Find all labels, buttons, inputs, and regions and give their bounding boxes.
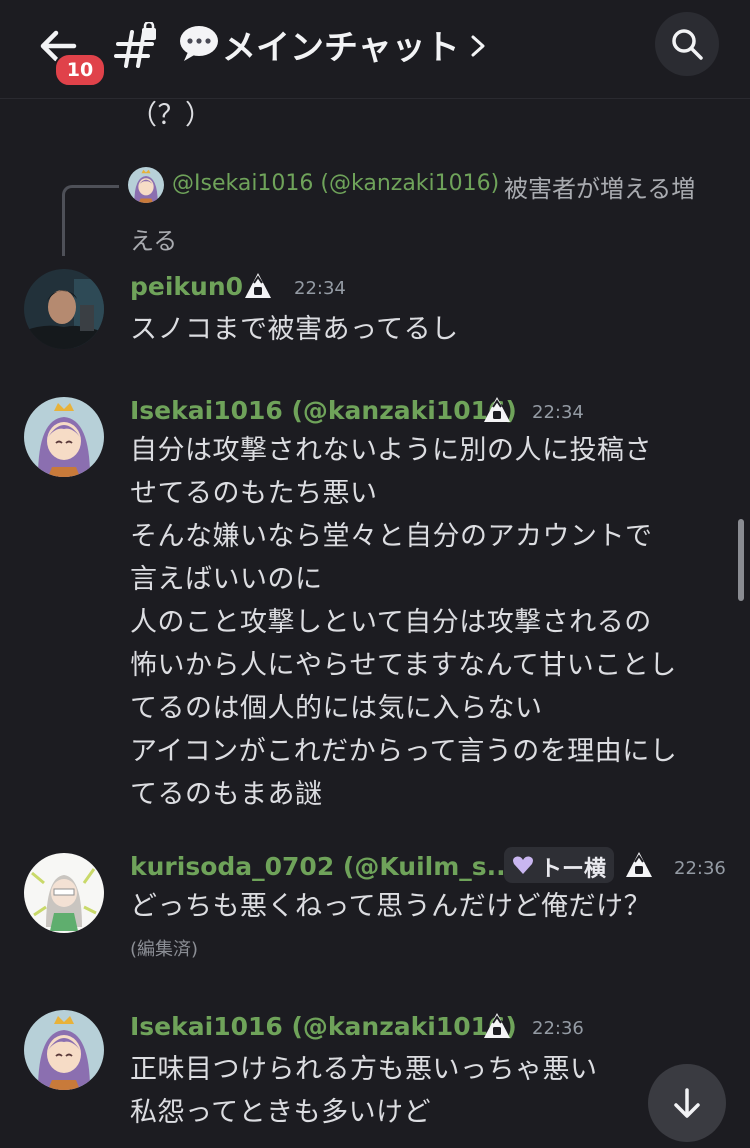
message-timestamp: 22:36	[532, 1018, 584, 1039]
avatar[interactable]	[24, 397, 104, 477]
reply-avatar[interactable]	[128, 167, 164, 203]
message-timestamp: 22:34	[294, 278, 346, 299]
message-text: スノコまで被害あってるし	[130, 314, 459, 345]
server-tag[interactable]: トー横	[504, 847, 614, 883]
message-text: 怖いから人にやらせてますなんて甘いことし	[130, 650, 677, 681]
reply-author[interactable]: @Isekai1016 (@kanzaki1016)	[172, 171, 499, 196]
server-tag-label: トー横	[540, 857, 607, 882]
message-text: どっちも悪くねって思うんだけど俺だけ？	[130, 891, 652, 922]
speech-balloon-icon	[178, 24, 220, 62]
message-text: 人のこと攻撃しといて自分は攻撃されるの	[130, 607, 652, 638]
reply-connector	[62, 185, 119, 256]
message-text: てるのもまあ謎	[130, 779, 323, 810]
message-text: 私怨ってときも多いけど	[130, 1097, 432, 1128]
message-text: アイコンがこれだからって言うのを理由にし	[130, 736, 678, 767]
message-text: てるのは個人的には気に入らない	[130, 693, 543, 724]
channel-name[interactable]: メインチャット	[222, 20, 460, 69]
message-timestamp: 22:36	[674, 858, 726, 879]
channel-header: 10 メインチャット	[0, 0, 750, 99]
search-button[interactable]	[655, 12, 719, 76]
role-icon[interactable]	[243, 271, 273, 301]
message-timestamp: 22:34	[532, 402, 584, 423]
username[interactable]: peikun0	[130, 272, 243, 301]
message-text: 言えばいいのに	[130, 564, 323, 595]
message-text: そんな嫌いなら堂々と自分のアカウントで	[130, 521, 653, 552]
message-text: せてるのもたち悪い	[130, 478, 378, 509]
chevron-right-icon[interactable]	[468, 34, 488, 58]
avatar[interactable]	[24, 853, 104, 933]
unread-badge: 10	[54, 53, 106, 87]
avatar[interactable]	[24, 1010, 104, 1090]
jump-to-latest-button[interactable]	[648, 1064, 726, 1142]
role-icon[interactable]	[482, 395, 512, 425]
edited-label: (編集済)	[130, 939, 199, 960]
role-icon[interactable]	[624, 850, 654, 880]
heart-icon	[512, 855, 534, 875]
message-list[interactable]: （？） @Isekai1016 (@kanzaki1016) 被害者が増える増 …	[0, 99, 750, 1148]
reply-preview-text[interactable]: 被害者が増える増	[504, 169, 695, 204]
role-icon[interactable]	[482, 1011, 512, 1041]
username[interactable]: Isekai1016 (@kanzaki1016)	[130, 396, 517, 425]
message-text: （？）	[130, 100, 213, 131]
username[interactable]: kurisoda_0702 (@Kuilm_s...	[130, 852, 515, 881]
avatar[interactable]	[24, 269, 104, 349]
username[interactable]: Isekai1016 (@kanzaki1016)	[130, 1012, 517, 1041]
search-icon	[672, 29, 703, 60]
scrollbar[interactable]	[738, 519, 744, 601]
message-text: 自分は攻撃されないように別の人に投稿さ	[130, 435, 652, 466]
reply-preview-text[interactable]: える	[130, 221, 177, 256]
message-text: 正味目つけられる方も悪いっちゃ悪い	[130, 1054, 598, 1085]
arrow-down-icon	[674, 1088, 700, 1118]
hash-lock-icon	[112, 20, 160, 70]
